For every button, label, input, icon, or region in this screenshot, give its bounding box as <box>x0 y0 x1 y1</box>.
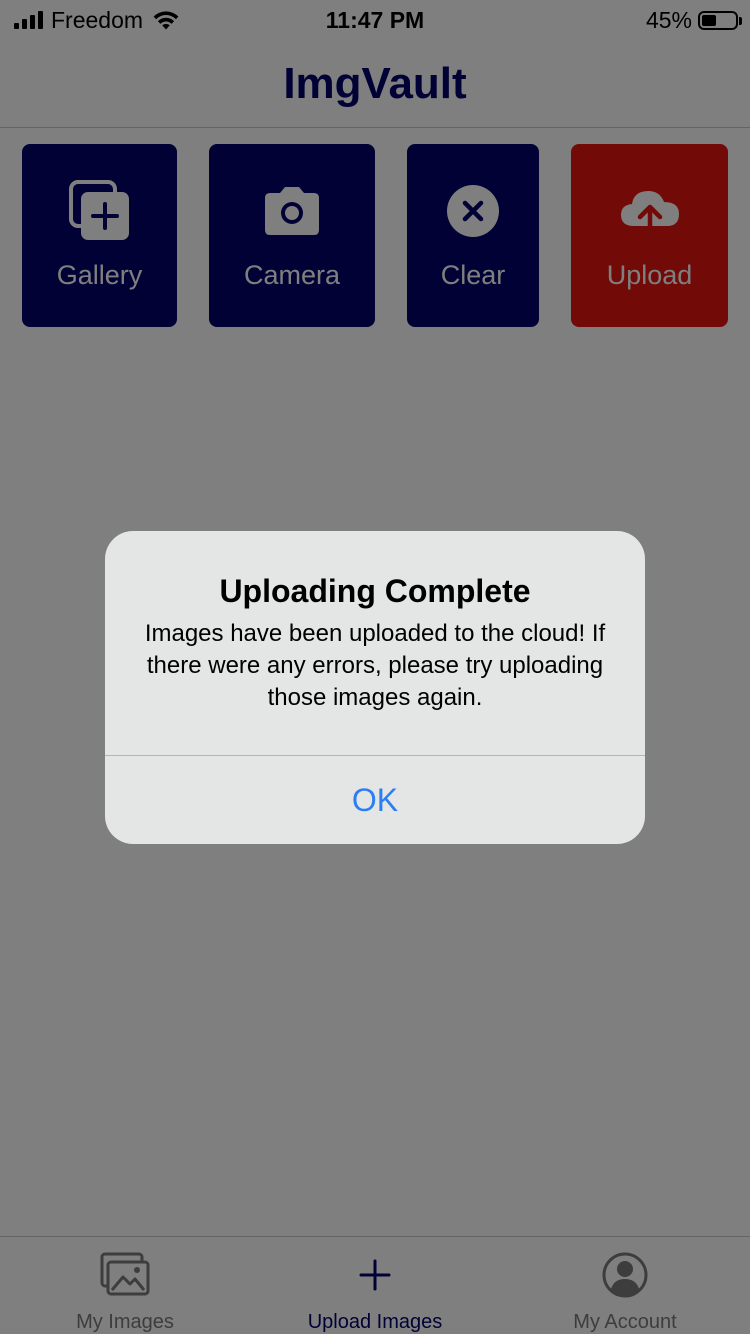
alert-title: Uploading Complete <box>219 573 531 609</box>
alert-message: Images have been uploaded to the cloud! … <box>144 620 606 711</box>
ok-button[interactable]: OK <box>105 756 645 844</box>
alert-dialog: Uploading Complete Images have been uplo… <box>105 531 645 844</box>
